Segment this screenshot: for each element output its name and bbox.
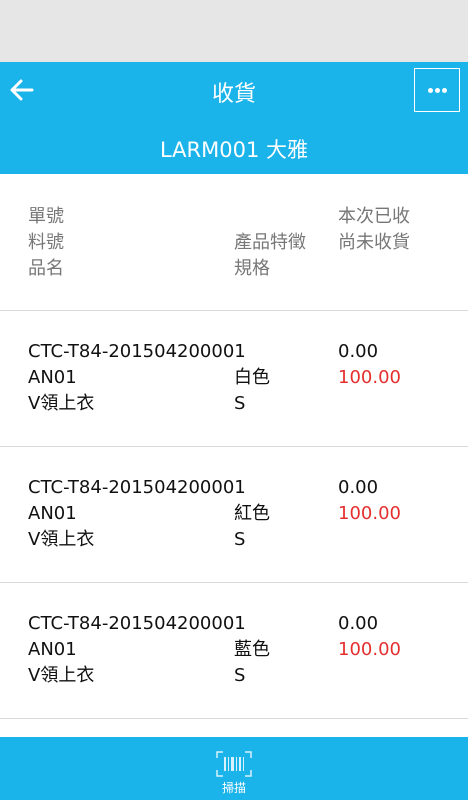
item-number: AN01 xyxy=(28,503,77,524)
list-item[interactable]: CTC-T84-201504200001 0.00 AN01 白色 100.00 V領上衣… xyxy=(0,311,468,447)
bottom-bar: 掃描 xyxy=(0,737,468,800)
scan-button[interactable]: 掃描 xyxy=(204,743,264,797)
header-spec: 規格 xyxy=(234,258,270,279)
column-headers: 單號 料號 品名 產品特徵 規格 本次已收 尚未收貨 xyxy=(0,174,468,311)
scan-label: 掃描 xyxy=(221,781,246,795)
pending-qty: 100.00 xyxy=(338,367,401,388)
product-spec: S xyxy=(234,529,246,550)
item-number: AN01 xyxy=(28,639,77,660)
pending-qty: 100.00 xyxy=(338,639,401,660)
header-item-no: 料號 xyxy=(28,232,64,253)
order-number: CTC-T84-201504200001 xyxy=(28,341,246,362)
order-number: CTC-T84-201504200001 xyxy=(28,477,246,498)
page-subtitle: LARM001 大雅 xyxy=(159,138,308,162)
product-name: V領上衣 xyxy=(28,393,95,414)
page-title: 收貨 xyxy=(211,82,256,107)
product-feature: 白色 xyxy=(234,367,270,388)
product-name: V領上衣 xyxy=(28,665,95,686)
app-bar: 收貨 LARM001 大雅 xyxy=(0,62,468,174)
list-item[interactable]: CTC-T84-201504200001 0.00 AN01 藍色 100.00 V領上衣… xyxy=(0,583,468,719)
header-product-name: 品名 xyxy=(28,258,64,279)
item-number: AN01 xyxy=(28,367,77,388)
header-pending: 尚未收貨 xyxy=(338,232,410,253)
header-feature: 產品特徵 xyxy=(234,232,306,253)
order-number: CTC-T84-201504200001 xyxy=(28,613,246,634)
product-spec: S xyxy=(234,393,246,414)
pending-qty: 100.00 xyxy=(338,503,401,524)
header-received: 本次已收 xyxy=(338,206,410,227)
receipt-list: 單號 料號 品名 產品特徵 規格 本次已收 尚未收貨 CTC-T84-20150… xyxy=(0,174,468,719)
received-qty: 0.00 xyxy=(338,477,379,498)
product-feature: 紅色 xyxy=(234,503,270,524)
list-item[interactable]: CTC-T84-201504200001 0.00 AN01 紅色 100.00 V領上衣… xyxy=(0,447,468,583)
status-bar xyxy=(0,0,468,62)
received-qty: 0.00 xyxy=(338,613,379,634)
product-name: V領上衣 xyxy=(28,529,95,550)
barcode-icon xyxy=(216,751,252,777)
product-feature: 藍色 xyxy=(234,639,270,660)
received-qty: 0.00 xyxy=(338,341,379,362)
header-order-no: 單號 xyxy=(28,206,64,227)
product-spec: S xyxy=(234,665,246,686)
more-button[interactable] xyxy=(414,68,460,112)
